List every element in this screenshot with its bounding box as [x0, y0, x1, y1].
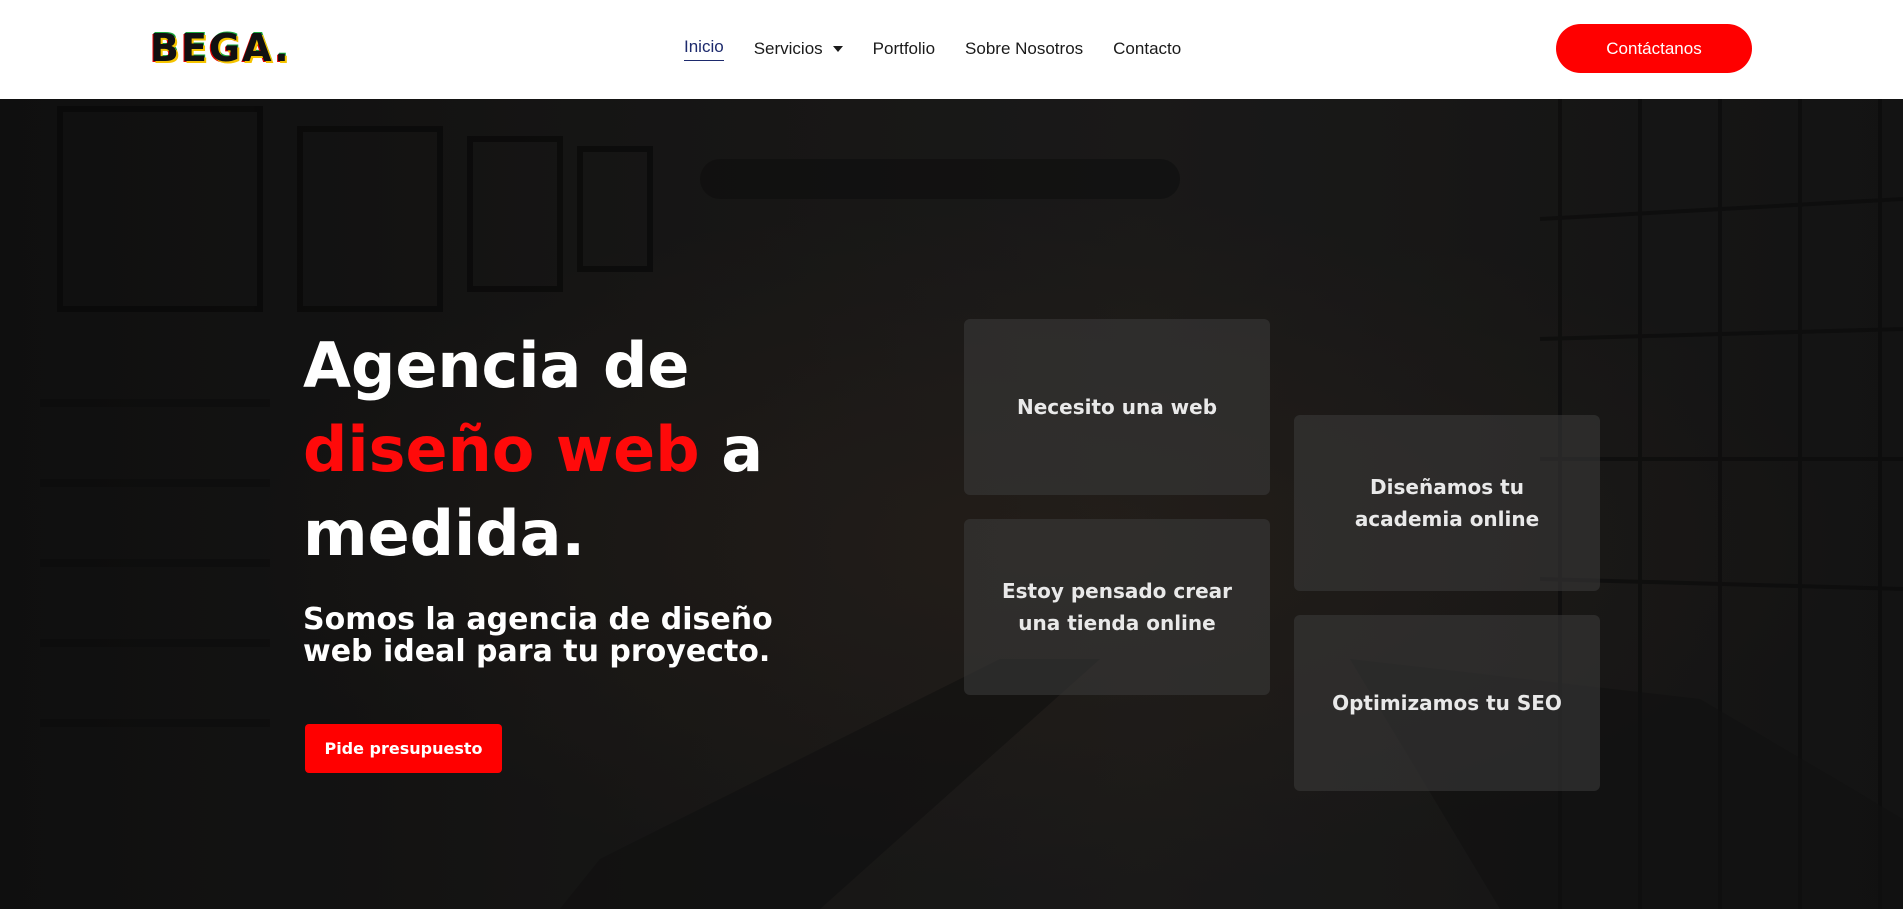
main-nav: Inicio Servicios Portfolio Sobre Nosotro…: [684, 36, 1211, 61]
card-label: Optimizamos tu SEO: [1332, 691, 1562, 715]
card-label: Necesito una web: [1016, 395, 1218, 419]
service-card-tienda[interactable]: Estoy pensado crear una tienda online: [964, 519, 1270, 695]
card-label: Diseñamos tu academia online: [1354, 475, 1540, 531]
nav-item-contacto[interactable]: Contacto: [1113, 38, 1181, 60]
nav-item-label: Servicios: [753, 38, 823, 58]
nav-item-label: Sobre Nosotros: [965, 38, 1084, 58]
hero-section: Agencia de diseño web a medida. Somos la …: [0, 99, 1903, 909]
nav-item-label: Contacto: [1113, 38, 1182, 58]
card-label: Estoy pensado crear una tienda online: [1001, 579, 1233, 635]
nav-item-servicios[interactable]: Servicios: [754, 38, 843, 60]
brand-logo[interactable]: BEGA.: [150, 26, 291, 70]
nav-item-inicio[interactable]: Inicio: [684, 36, 724, 61]
site-header: BEGA. Inicio Servicios Portfolio Sobre N…: [0, 0, 1903, 99]
service-card-web[interactable]: Necesito una web: [964, 319, 1270, 495]
request-quote-button[interactable]: Pide presupuesto: [305, 724, 502, 773]
hero-title-part: Agencia de: [303, 329, 690, 402]
hero-title: Agencia de diseño web a medida.: [303, 324, 903, 576]
hero-title-accent: diseño web: [303, 413, 700, 486]
nav-item-portfolio[interactable]: Portfolio: [873, 38, 935, 60]
hero-overlay: [0, 99, 1903, 909]
contact-button[interactable]: Contáctanos: [1556, 24, 1752, 73]
service-card-seo[interactable]: Optimizamos tu SEO: [1294, 615, 1600, 791]
nav-item-sobre-nosotros[interactable]: Sobre Nosotros: [965, 38, 1083, 60]
service-card-academia[interactable]: Diseñamos tu academia online: [1294, 415, 1600, 591]
hero-subtitle: Somos la agencia de diseño web ideal par…: [303, 602, 773, 669]
caret-down-icon[interactable]: [832, 45, 843, 52]
nav-item-label: Inicio: [684, 36, 724, 61]
nav-item-label: Portfolio: [872, 38, 936, 58]
